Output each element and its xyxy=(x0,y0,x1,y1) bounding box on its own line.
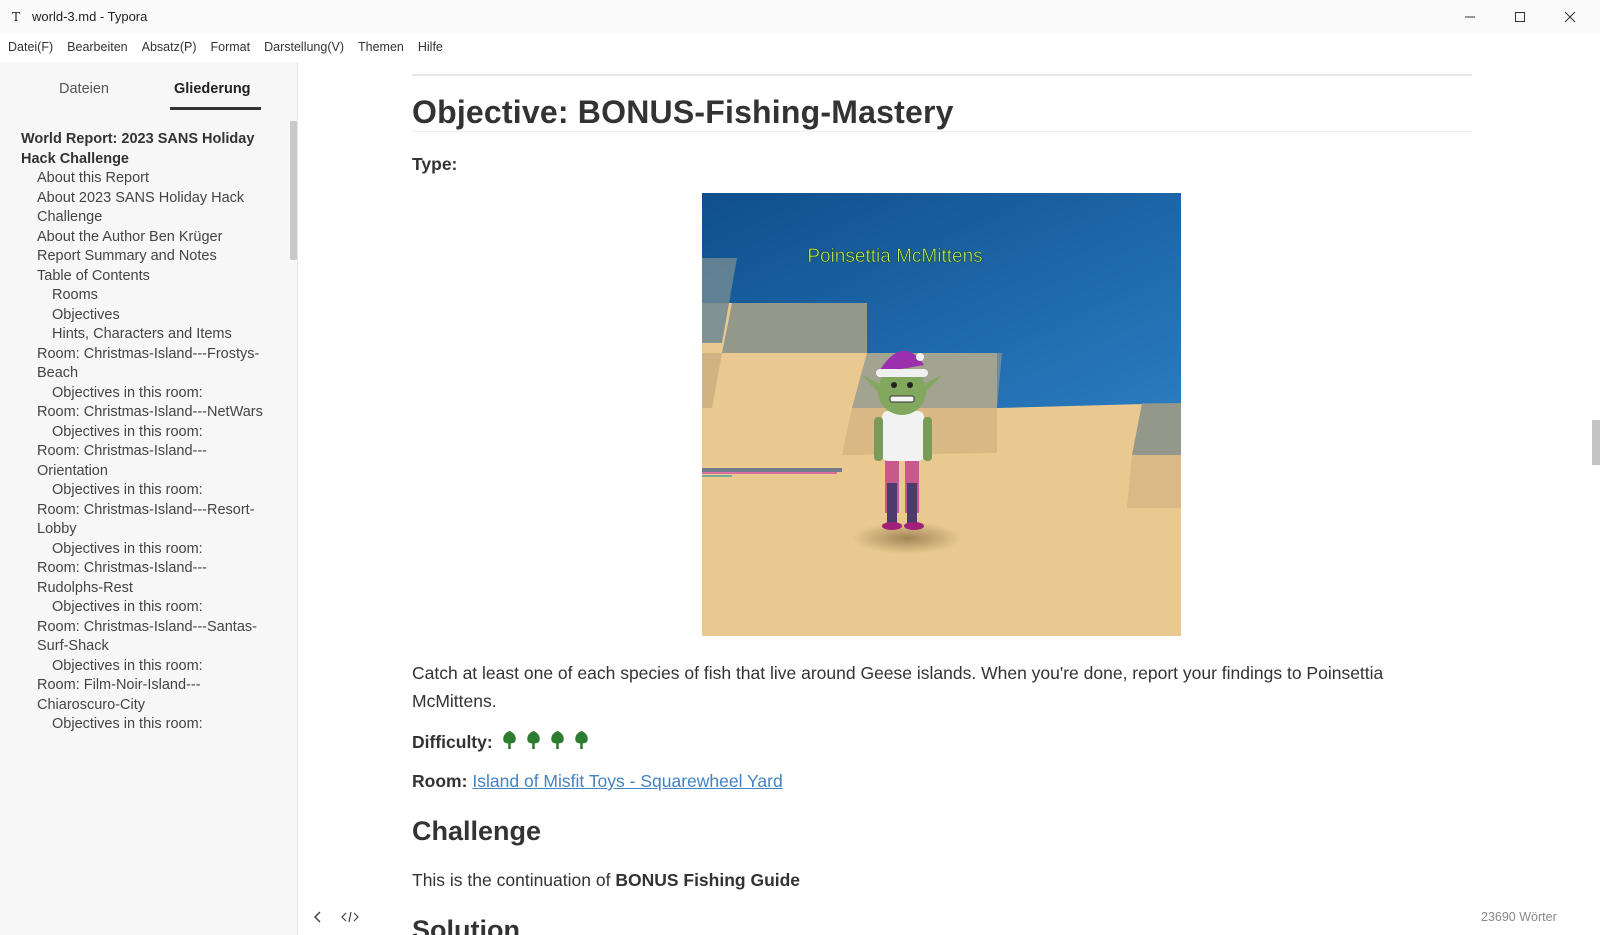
outline-item[interactable]: Rooms xyxy=(0,286,285,306)
minimize-button[interactable] xyxy=(1445,0,1495,33)
code-icon xyxy=(341,911,359,923)
type-label[interactable]: Type: xyxy=(412,154,457,175)
tab-files[interactable]: Dateien xyxy=(59,81,109,97)
room-link[interactable]: Island of Misfit Toys - Squarewheel Yard xyxy=(472,771,782,791)
menu-file[interactable]: Datei(F) xyxy=(8,40,53,54)
sidebar-tabs: Dateien Gliederung xyxy=(0,62,297,112)
outline-item[interactable]: Room: Christmas-Island---Rudolphs-Rest xyxy=(0,559,285,598)
close-icon xyxy=(1564,11,1576,22)
tree-icon xyxy=(550,731,564,749)
active-tab-indicator xyxy=(170,107,261,110)
editor-area: Objective: BONUS-Fishing-Mastery Type: P… xyxy=(298,62,1600,935)
room-label: Room: xyxy=(412,771,468,791)
maximize-button[interactable] xyxy=(1495,0,1545,33)
menu-help[interactable]: Hilfe xyxy=(418,40,443,54)
character-image: Poinsettia McMittens xyxy=(702,193,1181,636)
menu-bar: Datei(F) Bearbeiten Absatz(P) Format Dar… xyxy=(0,35,457,59)
chevron-left-icon xyxy=(313,911,321,923)
window-title: world-3.md - Typora xyxy=(32,9,148,24)
sidebar: Dateien Gliederung World Report: 2023 SA… xyxy=(0,62,298,935)
outline-item[interactable]: About 2023 SANS Holiday Hack Challenge xyxy=(0,189,285,228)
outline-item[interactable]: Objectives xyxy=(0,306,285,326)
outline-item[interactable]: Hints, Characters and Items xyxy=(0,325,285,345)
outline-item[interactable]: Objectives in this room: xyxy=(0,598,285,618)
heading-underline xyxy=(412,131,1472,132)
game-scene: Poinsettia McMittens xyxy=(702,193,1181,636)
outline-list: World Report: 2023 SANS Holiday Hack Cha… xyxy=(0,130,285,735)
status-bar-controls xyxy=(308,908,372,926)
typora-app-icon: T xyxy=(12,9,21,24)
menu-themes[interactable]: Themen xyxy=(358,40,404,54)
menu-paragraph[interactable]: Absatz(P) xyxy=(142,40,197,54)
horizontal-rule xyxy=(412,74,1472,76)
outline-item[interactable]: About this Report xyxy=(0,169,285,189)
tab-outline[interactable]: Gliederung xyxy=(174,81,251,97)
outline-item[interactable]: Room: Christmas-Island---Frostys-Beach xyxy=(0,345,285,384)
outline-item[interactable]: Room: Christmas-Island---NetWars xyxy=(0,403,285,423)
outline-item[interactable]: Room: Christmas-Island---Orientation xyxy=(0,442,285,481)
outline-item[interactable]: Table of Contents xyxy=(0,267,285,287)
solution-heading[interactable]: Solution xyxy=(412,915,520,935)
menu-edit[interactable]: Bearbeiten xyxy=(67,40,127,54)
word-count[interactable]: 23690 Wörter xyxy=(1481,910,1557,924)
room-row: Room: Island of Misfit Toys - Squarewheel… xyxy=(412,771,783,792)
outline-item[interactable]: Objectives in this room: xyxy=(0,715,285,735)
difficulty-label: Difficulty: xyxy=(412,732,493,752)
outline-item[interactable]: About the Author Ben Krüger xyxy=(0,228,285,248)
outline-item[interactable]: Room: Christmas-Island---Santas-Surf-Sha… xyxy=(0,618,285,657)
objective-description[interactable]: Catch at least one of each species of fi… xyxy=(412,659,1472,715)
objective-heading[interactable]: Objective: BONUS-Fishing-Mastery xyxy=(412,94,954,131)
tree-icon xyxy=(502,731,516,749)
difficulty-row: Difficulty: xyxy=(412,730,597,755)
menu-view[interactable]: Darstellung(V) xyxy=(264,40,344,54)
challenge-heading[interactable]: Challenge xyxy=(412,816,541,847)
npc-name-label: Poinsettia McMittens xyxy=(807,246,982,267)
outline-item[interactable]: Objectives in this room: xyxy=(0,384,285,404)
tree-icon xyxy=(526,731,540,749)
tree-icon xyxy=(574,731,588,749)
continuation-bold: BONUS Fishing Guide xyxy=(615,870,801,890)
difficulty-rating xyxy=(501,730,597,755)
continuation-paragraph[interactable]: This is the continuation of BONUS Fishin… xyxy=(412,870,800,891)
sidebar-scrollbar[interactable] xyxy=(290,121,297,260)
outline-item[interactable]: Objectives in this room: xyxy=(0,481,285,501)
outline-item[interactable]: Objectives in this room: xyxy=(0,657,285,677)
continuation-text: This is the continuation of xyxy=(412,870,616,890)
outline-item[interactable]: Room: Christmas-Island---Resort-Lobby xyxy=(0,501,285,540)
outline-item[interactable]: Room: Film-Noir-Island---Chiaroscuro-Cit… xyxy=(0,676,285,715)
outline-item[interactable]: Report Summary and Notes xyxy=(0,247,285,267)
source-mode-button[interactable] xyxy=(340,908,360,926)
editor-scrollbar[interactable] xyxy=(1592,420,1600,465)
outline-item[interactable]: Objectives in this room: xyxy=(0,540,285,560)
toggle-sidebar-button[interactable] xyxy=(308,908,328,926)
outline-item[interactable]: World Report: 2023 SANS Holiday Hack Cha… xyxy=(0,130,285,169)
menu-format[interactable]: Format xyxy=(211,40,251,54)
minimize-icon xyxy=(1465,16,1475,17)
title-bar: T world-3.md - Typora xyxy=(0,0,1600,33)
maximize-icon xyxy=(1515,11,1525,22)
outline-item[interactable]: Objectives in this room: xyxy=(0,423,285,443)
close-button[interactable] xyxy=(1545,0,1595,33)
